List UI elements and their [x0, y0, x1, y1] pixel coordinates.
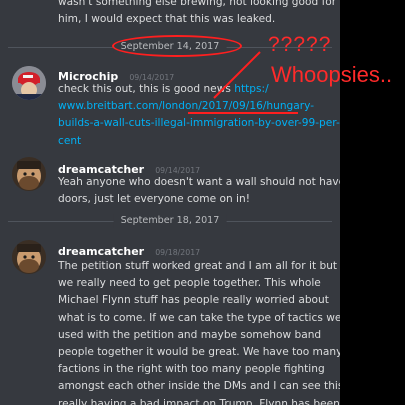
- annotation-question-marks: ?????: [268, 33, 332, 56]
- annotation-exclamation: Whoopsies..: [271, 62, 393, 87]
- annotation-arrow: [213, 51, 261, 99]
